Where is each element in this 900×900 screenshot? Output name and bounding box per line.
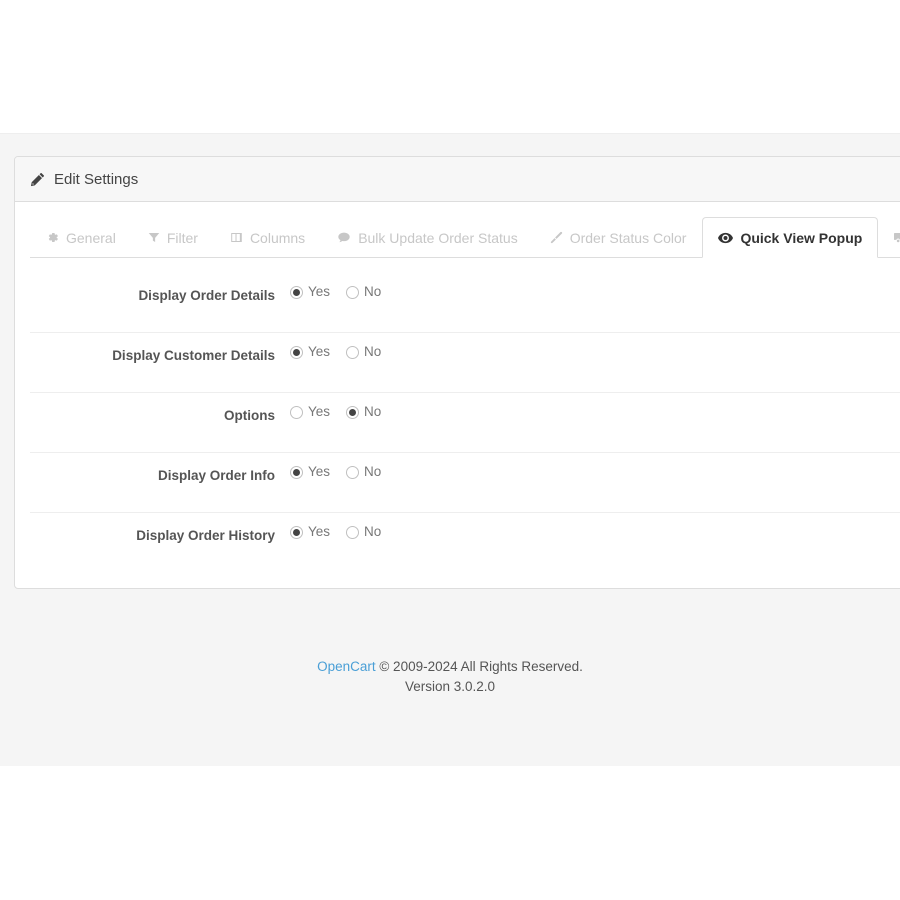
panel-title-text: Edit Settings [54, 171, 138, 188]
columns-icon [230, 231, 243, 244]
tab-order-item: Order [878, 217, 900, 258]
radio-display-order-history-no[interactable]: No [346, 523, 381, 539]
settings-tabs: General Filter [30, 217, 900, 258]
gear-icon [46, 231, 59, 244]
tab-filter-label: Filter [167, 230, 198, 246]
radio-dot-yes[interactable] [290, 526, 303, 539]
footer-copyright-text: © 2009-2024 All Rights Reserved. [376, 659, 583, 674]
tab-general-item: General [30, 217, 132, 258]
quick-view-popup-form: Display Order Details Yes No [30, 258, 900, 573]
form-row-display-customer-details: Display Customer Details Yes No [30, 333, 900, 393]
panel-heading: Edit Settings [15, 157, 900, 202]
radio-label-yes: Yes [308, 464, 330, 479]
page-content-area: Edit Settings General [0, 133, 900, 766]
tab-order-status-color-label: Order Status Color [570, 230, 687, 246]
tab-order[interactable]: Order [878, 217, 900, 258]
radio-dot-no[interactable] [346, 286, 359, 299]
tab-general-label: General [66, 230, 116, 246]
tab-bulk-update-order-status-label: Bulk Update Order Status [358, 230, 518, 246]
radio-dot-yes[interactable] [290, 406, 303, 419]
tab-filter[interactable]: Filter [132, 217, 214, 258]
label-display-customer-details: Display Customer Details [30, 333, 290, 365]
controls-display-order-details: Yes No [290, 273, 381, 299]
controls-display-order-info: Yes No [290, 453, 381, 479]
tab-bulk-update-order-status[interactable]: Bulk Update Order Status [321, 217, 534, 258]
tab-bulk-update-order-status-item: Bulk Update Order Status [321, 217, 534, 258]
label-display-order-details: Display Order Details [30, 273, 290, 305]
eye-icon [718, 232, 733, 244]
tab-order-status-color-item: Order Status Color [534, 217, 703, 258]
radio-dot-no[interactable] [346, 526, 359, 539]
panel-body: General Filter [15, 202, 900, 588]
tab-quick-view-popup[interactable]: Quick View Popup [702, 217, 878, 258]
radio-display-order-history-yes[interactable]: Yes [290, 523, 330, 539]
radio-label-no: No [364, 524, 381, 539]
controls-display-order-history: Yes No [290, 513, 381, 539]
paintbrush-icon [550, 231, 563, 244]
radio-display-customer-details-yes[interactable]: Yes [290, 343, 330, 359]
radio-label-yes: Yes [308, 344, 330, 359]
label-options: Options [30, 393, 290, 425]
pencil-icon [30, 172, 45, 187]
radio-options-yes[interactable]: Yes [290, 403, 330, 419]
label-display-order-info: Display Order Info [30, 453, 290, 485]
radio-options-no[interactable]: No [346, 403, 381, 419]
controls-display-customer-details: Yes No [290, 333, 381, 359]
radio-display-order-details-no[interactable]: No [346, 283, 381, 299]
form-row-options: Options Yes No [30, 393, 900, 453]
footer-version: Version 3.0.2.0 [0, 677, 900, 697]
tab-quick-view-popup-item: Quick View Popup [702, 217, 878, 258]
tab-general[interactable]: General [30, 217, 132, 258]
radio-dot-yes[interactable] [290, 346, 303, 359]
footer-copyright-line: OpenCart © 2009-2024 All Rights Reserved… [0, 657, 900, 677]
controls-options: Yes No [290, 393, 381, 419]
tab-columns-item: Columns [214, 217, 321, 258]
tab-columns[interactable]: Columns [214, 217, 321, 258]
radio-dot-yes[interactable] [290, 466, 303, 479]
screen-root: Edit Settings General [0, 0, 900, 900]
radio-label-yes: Yes [308, 284, 330, 299]
tab-columns-label: Columns [250, 230, 305, 246]
radio-label-yes: Yes [308, 524, 330, 539]
radio-dot-no[interactable] [346, 466, 359, 479]
form-row-display-order-details: Display Order Details Yes No [30, 273, 900, 333]
opencart-link[interactable]: OpenCart [317, 659, 376, 674]
tab-quick-view-popup-label: Quick View Popup [740, 230, 862, 246]
radio-display-order-info-no[interactable]: No [346, 463, 381, 479]
form-row-display-order-history: Display Order History Yes No [30, 513, 900, 573]
tab-order-status-color[interactable]: Order Status Color [534, 217, 703, 258]
radio-dot-no[interactable] [346, 346, 359, 359]
radio-display-order-details-yes[interactable]: Yes [290, 283, 330, 299]
radio-dot-no[interactable] [346, 406, 359, 419]
panel-title: Edit Settings [30, 171, 138, 188]
radio-label-no: No [364, 464, 381, 479]
radio-display-order-info-yes[interactable]: Yes [290, 463, 330, 479]
radio-label-no: No [364, 404, 381, 419]
page-footer: OpenCart © 2009-2024 All Rights Reserved… [0, 657, 900, 696]
radio-label-yes: Yes [308, 404, 330, 419]
radio-dot-yes[interactable] [290, 286, 303, 299]
label-display-order-history: Display Order History [30, 513, 290, 545]
truck-icon [894, 232, 900, 244]
funnel-icon [148, 231, 160, 244]
form-row-display-order-info: Display Order Info Yes No [30, 453, 900, 513]
radio-label-no: No [364, 284, 381, 299]
edit-settings-panel: Edit Settings General [14, 156, 900, 589]
radio-label-no: No [364, 344, 381, 359]
comment-icon [337, 231, 351, 244]
radio-display-customer-details-no[interactable]: No [346, 343, 381, 359]
tab-filter-item: Filter [132, 217, 214, 258]
